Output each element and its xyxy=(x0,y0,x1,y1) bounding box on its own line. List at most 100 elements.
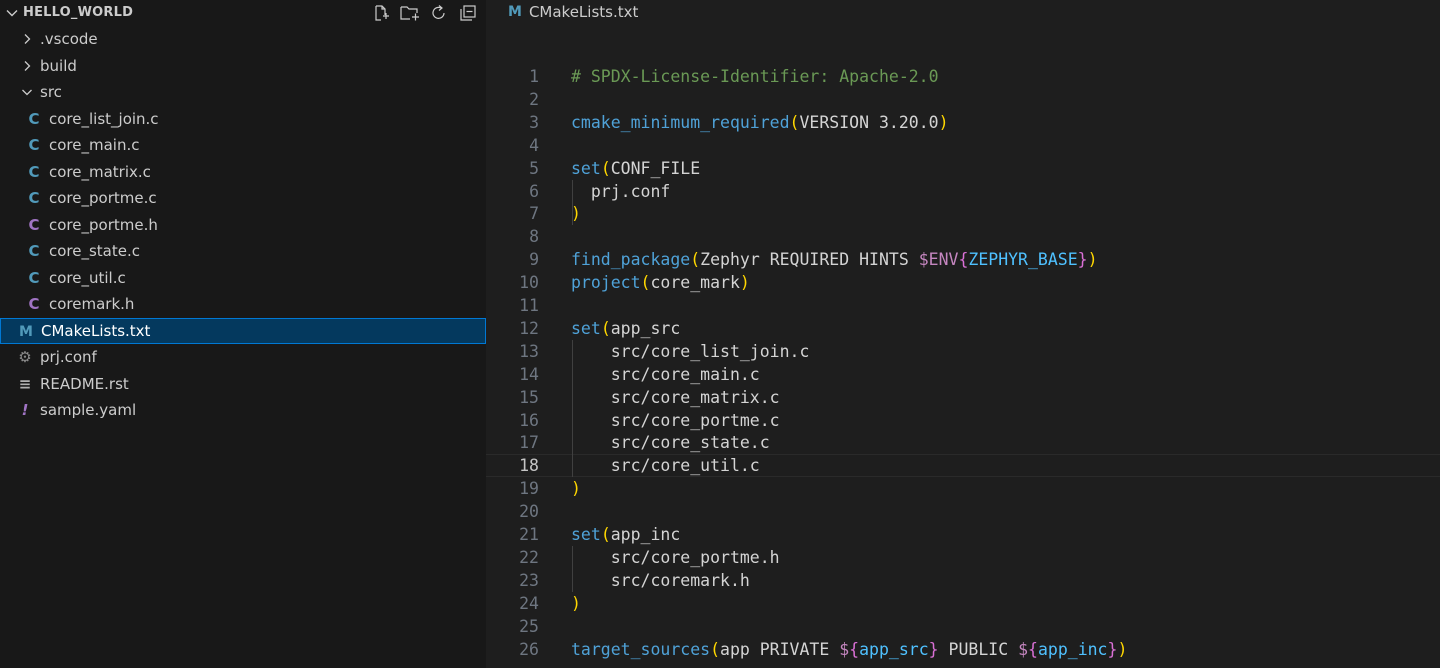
code-text: src/core_util.c xyxy=(571,454,760,477)
tree-item-label: core_state.c xyxy=(49,242,141,261)
yaml-icon: ! xyxy=(21,401,29,419)
c-header-icon: C xyxy=(28,215,40,234)
code-line[interactable]: 12 set(app_src xyxy=(486,317,1440,340)
indent-guide xyxy=(572,339,573,478)
tree-item-sample-yaml[interactable]: ! sample.yaml xyxy=(0,397,486,424)
tree-item-core-portme-h[interactable]: Ccore_portme.h xyxy=(0,212,486,239)
tree-item-core-state-c[interactable]: Ccore_state.c xyxy=(0,238,486,265)
c-file-icon: C xyxy=(28,109,40,128)
code-line[interactable]: 25 xyxy=(486,615,1440,638)
code-token: } xyxy=(928,639,939,659)
collapse-all-icon[interactable] xyxy=(458,3,478,23)
code-line[interactable]: 6 prj.conf xyxy=(486,180,1440,203)
code-token: $ xyxy=(1018,639,1029,659)
tree-item-core-portme-c[interactable]: Ccore_portme.c xyxy=(0,185,486,212)
code-line[interactable]: 23 src/coremark.h xyxy=(486,569,1440,592)
code-token: ( xyxy=(640,273,651,293)
code-line[interactable]: 2 xyxy=(486,88,1440,111)
code-line[interactable]: 10 project(core_mark) xyxy=(486,271,1440,294)
code-token: core_mark xyxy=(650,273,740,293)
code-token: set xyxy=(571,525,601,544)
code-text: target_sources(app PRIVATE ${app_src} PU… xyxy=(571,638,1127,661)
line-number: 15 xyxy=(519,387,539,407)
tree-item-core-main-c[interactable]: Ccore_main.c xyxy=(0,132,486,159)
code-line[interactable]: 24) xyxy=(486,592,1440,615)
code-token: PUBLIC xyxy=(938,639,1019,659)
code-token: src/core_state.c xyxy=(571,433,770,453)
code-line[interactable]: 9 find_package(Zephyr REQUIRED HINTS $ENV… xyxy=(486,248,1440,271)
line-number: 3 xyxy=(529,112,539,132)
tree-item-src[interactable]: src xyxy=(0,79,486,106)
line-number: 20 xyxy=(519,502,539,522)
code-line[interactable]: 3 cmake_minimum_required(VERSION 3.20.0) xyxy=(486,111,1440,134)
code-text: set(CONF_FILE xyxy=(571,157,700,180)
code-token: CONF_FILE xyxy=(610,158,701,178)
line-number: 26 xyxy=(519,639,539,659)
code-line[interactable]: 4 xyxy=(486,134,1440,157)
code-line[interactable]: 16 src/core_portme.c xyxy=(486,409,1440,432)
code-token: { xyxy=(849,639,860,659)
code-text: src/core_main.c xyxy=(571,363,760,386)
explorer-title: HELLO_WORLD xyxy=(23,5,134,20)
code-line[interactable]: 13 src/core_list_join.c xyxy=(486,340,1440,363)
c-file-icon: C xyxy=(28,162,40,181)
tree-item-label: coremark.h xyxy=(49,295,135,314)
code-line[interactable]: 18 src/core_util.c xyxy=(486,454,1440,477)
code-line[interactable]: 11 xyxy=(486,294,1440,317)
tab-cmakelists[interactable]: M CMakeLists.txt xyxy=(508,3,638,21)
code-line[interactable]: 17 src/core_state.c xyxy=(486,431,1440,454)
new-file-icon[interactable] xyxy=(371,3,391,23)
code-line[interactable]: 14 src/core_main.c xyxy=(486,363,1440,386)
chevron-down-icon[interactable] xyxy=(20,85,34,99)
code-line[interactable]: 21 set(app_inc xyxy=(486,523,1440,546)
tree-item-core-util-c[interactable]: Ccore_util.c xyxy=(0,265,486,292)
explorer-header[interactable]: HELLO_WORLD xyxy=(0,0,486,26)
new-folder-icon[interactable] xyxy=(400,3,420,23)
code-text: src/core_list_join.c xyxy=(571,340,810,363)
code-token: find_package xyxy=(571,250,691,270)
tree-item-core-list-join-c[interactable]: Ccore_list_join.c xyxy=(0,106,486,133)
code-line[interactable]: 15 src/core_matrix.c xyxy=(486,386,1440,409)
code-text: src/core_portme.h xyxy=(571,546,780,569)
chevron-right-icon[interactable] xyxy=(20,32,34,46)
refresh-icon[interactable] xyxy=(429,3,449,23)
code-line[interactable]: 5 set(CONF_FILE xyxy=(486,157,1440,180)
code-token: app_src xyxy=(859,639,929,659)
tree-item-readme-rst[interactable]: ≡ README.rst xyxy=(0,371,486,398)
line-number: 4 xyxy=(529,135,539,155)
chevron-right-icon[interactable] xyxy=(20,59,34,73)
code-token: set xyxy=(571,318,601,338)
tree-item-coremark-h[interactable]: Ccoremark.h xyxy=(0,291,486,318)
code-text: # SPDX-License-Identifier: Apache-2.0 xyxy=(571,65,939,88)
code-line[interactable]: 22 src/core_portme.h xyxy=(486,546,1440,569)
code-editor[interactable]: 1 # SPDX-License-Identifier: Apache-2.0 2 3… xyxy=(486,36,1440,668)
code-token: # SPDX-License-Identifier: Apache-2.0 xyxy=(571,67,939,86)
tree-item-core-matrix-c[interactable]: Ccore_matrix.c xyxy=(0,159,486,186)
code-line[interactable]: 7) xyxy=(486,202,1440,225)
line-number: 13 xyxy=(519,341,539,361)
code-line[interactable]: 1 # SPDX-License-Identifier: Apache-2.0 xyxy=(486,65,1440,88)
code-text: src/core_state.c xyxy=(571,431,770,454)
code-text: cmake_minimum_required(VERSION 3.20.0) xyxy=(571,111,949,134)
code-line[interactable]: 8 xyxy=(486,225,1440,248)
code-token: ) xyxy=(571,479,581,499)
line-number: 6 xyxy=(529,181,539,201)
tree-item-vscode[interactable]: .vscode xyxy=(0,26,486,53)
tree-item-label: core_main.c xyxy=(49,136,140,155)
code-token: } xyxy=(1107,639,1118,659)
chevron-down-icon[interactable] xyxy=(4,5,20,21)
tree-item-cmakelists-txt[interactable]: M CMakeLists.txt xyxy=(0,317,486,344)
explorer-sidebar: HELLO_WORLD .vscode build src Ccore_list_jo… xyxy=(0,0,486,668)
code-line[interactable]: 20 xyxy=(486,500,1440,523)
line-number: 18 xyxy=(519,456,539,476)
tree-item-prj-conf[interactable]: ⚙ prj.conf xyxy=(0,344,486,371)
code-line[interactable]: 26 target_sources(app PRIVATE ${app_src} … xyxy=(486,638,1440,661)
code-token: src/core_portme.c xyxy=(571,410,780,430)
tree-item-label: core_matrix.c xyxy=(49,162,151,181)
code-token: ) xyxy=(1087,250,1098,270)
line-number: 24 xyxy=(519,593,539,613)
code-line[interactable]: 19) xyxy=(486,477,1440,500)
code-token: project xyxy=(571,273,641,293)
code-token: src/core_matrix.c xyxy=(571,387,780,407)
tree-item-build[interactable]: build xyxy=(0,53,486,80)
